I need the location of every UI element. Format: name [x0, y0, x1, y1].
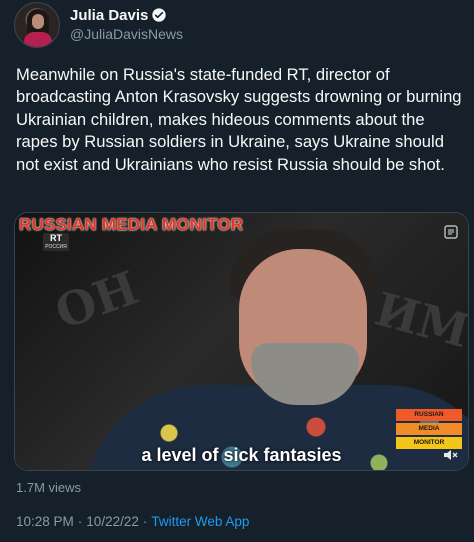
verified-badge-icon [152, 8, 167, 22]
rt-logo-main: RT [50, 233, 62, 243]
tweet-date[interactable]: 10/22/22 [86, 514, 139, 529]
author-handle[interactable]: @JuliaDavisNews [70, 26, 183, 42]
rt-logo: RT РОССИЯ [43, 233, 69, 251]
author-info: Julia Davis @JuliaDavisNews [70, 7, 183, 42]
badge-line-1: RUSSIAN [396, 409, 462, 421]
tweet-video[interactable]: ОН ИМ RUSSIAN MEDIA MONITOR RT РОССИЯ RU… [14, 212, 469, 471]
avatar[interactable] [14, 2, 60, 48]
meta-separator: · [142, 514, 148, 529]
view-count: 1.7M views [16, 480, 82, 495]
author-display-name[interactable]: Julia Davis [70, 7, 148, 24]
tweet-time[interactable]: 10:28 PM [16, 514, 74, 529]
video-overlay-title: RUSSIAN MEDIA MONITOR [19, 215, 244, 234]
rt-logo-sub: РОССИЯ [45, 244, 67, 250]
video-settings-icon[interactable] [444, 225, 458, 239]
tweet-header: Julia Davis @JuliaDavisNews [14, 2, 183, 48]
tweet-timestamp-row: 10:28 PM · 10/22/22 · Twitter Web App [16, 514, 249, 529]
meta-separator: · [77, 514, 83, 529]
tweet-source-link[interactable]: Twitter Web App [151, 514, 249, 529]
tweet: Julia Davis @JuliaDavisNews Meanwhile on… [0, 0, 474, 542]
mute-icon[interactable] [442, 447, 458, 463]
author-name-row: Julia Davis [70, 7, 183, 24]
badge-line-2: MEDIA [396, 423, 462, 435]
tweet-text: Meanwhile on Russia's state-funded RT, d… [16, 65, 462, 174]
video-caption: a level of sick fantasies [141, 445, 342, 465]
